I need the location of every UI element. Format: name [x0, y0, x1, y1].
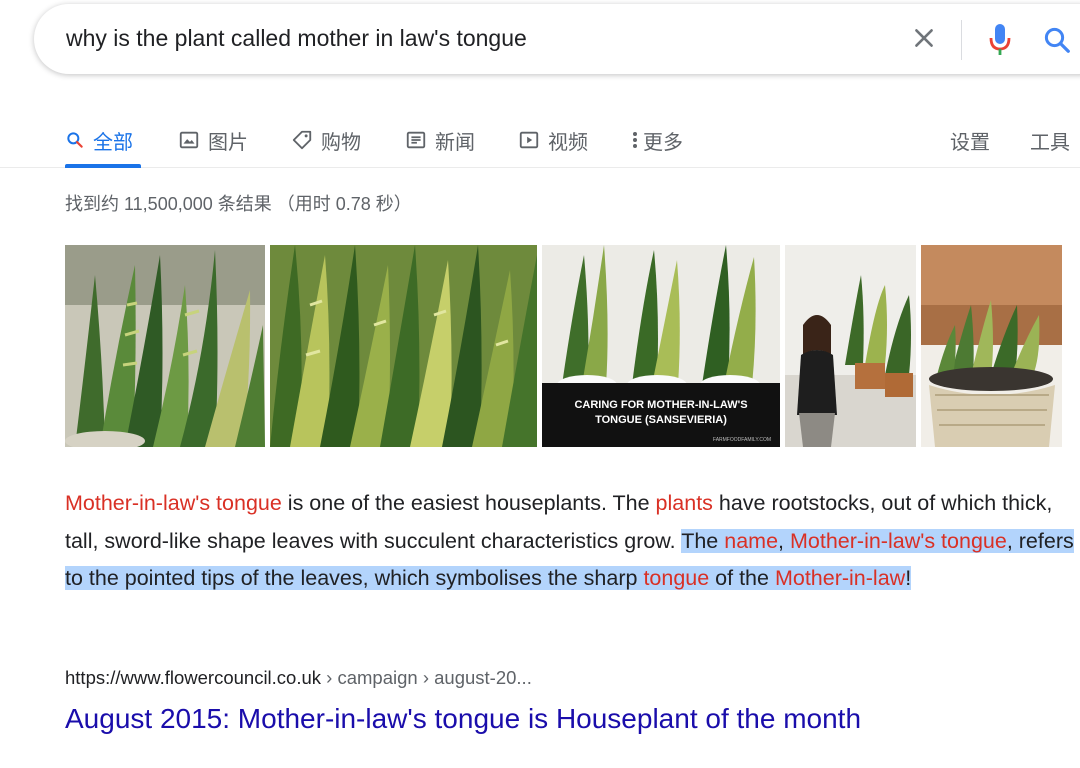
image-caption-line2: TONGUE (SANSEVIERIA) [595, 414, 727, 426]
snippet-text: The [681, 528, 725, 553]
more-vertical-icon [631, 129, 639, 151]
search-divider [961, 20, 962, 60]
snake-plant-table-photo [921, 245, 1062, 447]
clear-button[interactable] [908, 22, 940, 54]
image-icon [178, 129, 200, 151]
tab-videos[interactable]: 视频 [518, 120, 588, 160]
snake-plant-photo [270, 245, 537, 447]
tab-news[interactable]: 新闻 [405, 120, 475, 160]
woman-with-plants-photo [785, 245, 916, 447]
image-result[interactable] [65, 245, 265, 447]
snippet-keyword: Mother-in-law [774, 566, 906, 590]
tag-icon [291, 129, 313, 151]
snippet-keyword: tongue [643, 566, 710, 590]
result-url[interactable]: https://www.flowercouncil.co.uk › campai… [65, 667, 532, 689]
snake-plant-photo [65, 245, 265, 447]
tools-link[interactable]: 工具 [1030, 120, 1070, 160]
microphone-icon [989, 24, 1011, 55]
tab-label: 更多 [643, 131, 683, 154]
image-result[interactable] [921, 245, 1062, 447]
tab-more[interactable]: 更多 [631, 120, 683, 160]
snippet-text: is one of the easiest houseplants. The [281, 491, 656, 515]
search-icon [1044, 27, 1070, 53]
tab-label: 全部 [93, 131, 133, 154]
snippet-keyword: Mother-in-law's tongue [790, 528, 1007, 553]
newspaper-icon [405, 129, 427, 151]
snippet-keyword: Mother-in-law's tongue [65, 491, 282, 515]
tab-all[interactable]: 全部 [65, 120, 133, 160]
featured-snippet: Mother-in-law's tongue is one of the eas… [65, 485, 1075, 598]
search-icon [65, 130, 85, 150]
image-result[interactable] [270, 245, 537, 447]
active-tab-indicator [65, 164, 141, 168]
tab-label: 购物 [321, 131, 361, 154]
result-title-link[interactable]: August 2015: Mother-in-law's tongue is H… [65, 703, 861, 735]
snippet-keyword: name [724, 528, 779, 553]
image-caption-line1: CARING FOR MOTHER-IN-LAW'S [574, 399, 747, 411]
close-icon [915, 29, 933, 47]
image-results-strip: CARING FOR MOTHER-IN-LAW'S TONGUE (SANSE… [65, 245, 1062, 447]
image-result[interactable]: CARING FOR MOTHER-IN-LAW'S TONGUE (SANSE… [542, 245, 780, 447]
settings-link[interactable]: 设置 [950, 120, 990, 160]
result-domain: https://www.flowercouncil.co.uk [65, 667, 322, 688]
voice-search-button[interactable] [984, 20, 1016, 60]
tab-label: 图片 [208, 131, 248, 154]
play-icon [518, 129, 540, 151]
snippet-text: ! [905, 566, 912, 590]
search-tabs: 全部 图片 购物 新闻 视频 更多 设置 工具 [0, 110, 1080, 168]
image-result[interactable] [785, 245, 916, 447]
search-button[interactable] [1039, 22, 1075, 58]
snake-plant-photo: CARING FOR MOTHER-IN-LAW'S TONGUE (SANSE… [542, 245, 780, 447]
snippet-keyword: plants [655, 491, 713, 515]
tab-shopping[interactable]: 购物 [291, 120, 361, 160]
tab-label: 视频 [548, 131, 588, 154]
result-breadcrumb: › campaign › august-20... [321, 667, 532, 688]
snippet-text: of the [709, 566, 775, 590]
search-input[interactable]: why is the plant called mother in law's … [66, 25, 527, 52]
snippet-text: , [778, 528, 790, 553]
tab-images[interactable]: 图片 [178, 120, 248, 160]
image-site-credit: FARMFOODFAMILY.COM [713, 437, 771, 443]
tab-label: 新闻 [435, 131, 475, 154]
result-stats: 找到约 11,500,000 条结果 （用时 0.78 秒） [65, 194, 412, 214]
search-bar[interactable]: why is the plant called mother in law's … [34, 4, 1080, 74]
